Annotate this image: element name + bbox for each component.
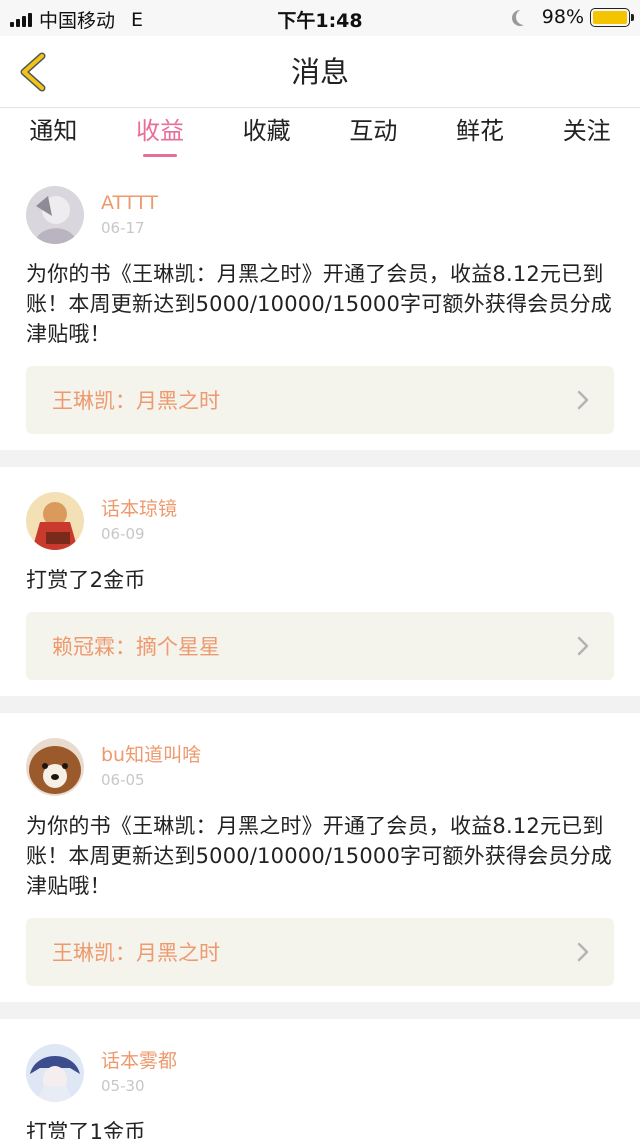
do-not-disturb-moon-icon: [516, 9, 532, 25]
book-title: 王琳凯：月黑之时: [52, 941, 220, 965]
chevron-right-icon: [577, 942, 589, 962]
message-card: 话本琼镜 06-09 打赏了2金币 赖冠霖：摘个星星: [0, 467, 640, 696]
message-date: 05-30: [101, 1077, 145, 1095]
book-link[interactable]: 王琳凯：月黑之时: [26, 918, 614, 986]
avatar[interactable]: [26, 738, 84, 796]
avatar[interactable]: [26, 186, 84, 244]
nav-bar: 消息: [0, 36, 640, 108]
message-text: 为你的书《王琳凯：月黑之时》开通了会员，收益8.12元已到账！本周更新达到500…: [26, 262, 613, 346]
avatar[interactable]: [26, 1044, 84, 1102]
tab-interactions[interactable]: 互动: [320, 109, 427, 161]
tab-following[interactable]: 关注: [533, 109, 640, 161]
page-title: 消息: [290, 55, 349, 89]
book-link[interactable]: 赖冠霖：摘个星星: [26, 612, 614, 680]
message-text: 打赏了2金币: [26, 568, 146, 592]
tab-favorites[interactable]: 收藏: [213, 109, 320, 161]
message-text: 为你的书《王琳凯：月黑之时》开通了会员，收益8.12元已到账！本周更新达到500…: [26, 814, 613, 898]
battery-percent: 98%: [541, 6, 584, 28]
book-title: 王琳凯：月黑之时: [52, 389, 220, 413]
battery-icon: [590, 7, 634, 27]
message-date: 06-09: [101, 525, 145, 543]
tab-bar: 通知 收益 收藏 互动 鲜花 关注: [0, 109, 640, 161]
chevron-right-icon: [577, 636, 589, 656]
message-card: 话本雾都 05-30 打赏了1金币: [0, 1019, 640, 1139]
message-date: 06-05: [101, 771, 145, 789]
avatar[interactable]: [26, 492, 84, 550]
book-link[interactable]: 王琳凯：月黑之时: [26, 366, 614, 434]
chevron-left-icon: [20, 52, 46, 92]
status-bar: 中国移动 E 下午1:48 98%: [0, 0, 640, 36]
tab-notifications[interactable]: 通知: [0, 109, 107, 161]
message-card: bu知道叫啥 06-05 为你的书《王琳凯：月黑之时》开通了会员，收益8.12元…: [0, 713, 640, 1002]
book-title: 赖冠霖：摘个星星: [52, 635, 220, 659]
chevron-right-icon: [577, 390, 589, 410]
tab-flowers[interactable]: 鲜花: [427, 109, 534, 161]
message-list[interactable]: ATTTT 06-17 为你的书《王琳凯：月黑之时》开通了会员，收益8.12元已…: [0, 161, 640, 1139]
message-text: 打赏了1金币: [26, 1120, 146, 1139]
username[interactable]: 话本琼镜: [101, 497, 177, 521]
username[interactable]: bu知道叫啥: [101, 743, 201, 767]
username[interactable]: ATTTT: [101, 191, 158, 215]
message-date: 06-17: [101, 219, 145, 237]
message-card: ATTTT 06-17 为你的书《王琳凯：月黑之时》开通了会员，收益8.12元已…: [0, 161, 640, 450]
tab-earnings[interactable]: 收益: [107, 109, 214, 161]
back-button[interactable]: [14, 50, 54, 94]
username[interactable]: 话本雾都: [101, 1049, 177, 1073]
